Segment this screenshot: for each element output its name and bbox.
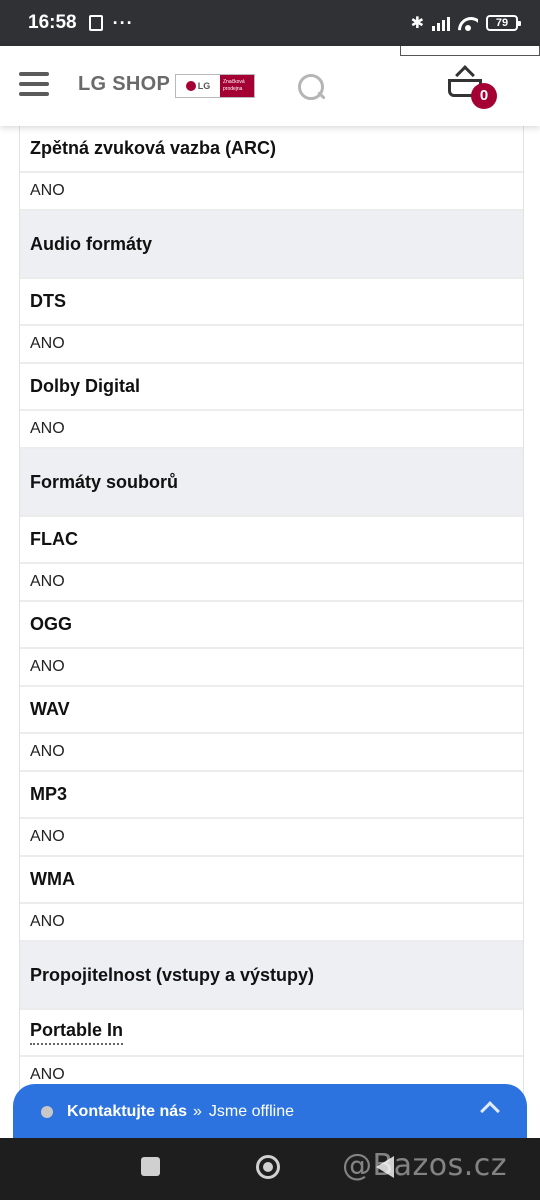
spec-label-text: WMA	[30, 869, 75, 889]
spec-value-text: ANO	[30, 743, 65, 760]
signal-icon	[432, 16, 450, 31]
spec-label-text[interactable]: Portable In	[30, 1020, 124, 1045]
spec-label-text: MP3	[30, 784, 68, 804]
chat-widget[interactable]: Kontaktujte nás » Jsme offline	[13, 1084, 527, 1140]
spec-label-text: Dolby Digital	[30, 376, 141, 396]
chat-title: Kontaktujte nás	[67, 1103, 188, 1120]
section-title: Audio formáty	[30, 233, 153, 254]
recents-button-icon[interactable]	[141, 1157, 160, 1176]
status-time: 16:58	[28, 12, 77, 33]
search-icon[interactable]	[298, 74, 326, 102]
section-title: Formáty souborů	[30, 471, 179, 492]
spec-label: OGG	[20, 602, 523, 649]
badge-subtitle: Značková prodejna	[220, 75, 254, 97]
spec-label-text: DTS	[30, 291, 66, 311]
spec-label: WMA	[20, 857, 523, 904]
spec-section-heading: Audio formáty	[20, 211, 523, 279]
spec-label-text: OGG	[30, 614, 73, 634]
spec-label: Dolby Digital	[20, 364, 523, 411]
spec-value: ANO	[20, 819, 523, 857]
chat-status: Jsme offline	[208, 1103, 294, 1120]
spec-value-text: ANO	[30, 420, 65, 437]
spec-table: Zpětná zvuková vazba (ARC) ANO Audio formá…	[19, 126, 524, 1095]
wifi-icon	[458, 15, 478, 31]
spec-value-text: ANO	[30, 913, 65, 930]
more-notifications-icon: ···	[112, 12, 134, 33]
spec-label: WAV	[20, 687, 523, 734]
spec-label: Portable In	[20, 1010, 523, 1057]
notification-icon	[88, 15, 103, 31]
spec-value: ANO	[20, 411, 523, 449]
cart-count-badge[interactable]: 0	[471, 83, 497, 109]
spec-value: ANO	[20, 564, 523, 602]
lg-logo-icon	[185, 81, 196, 91]
spec-section-heading: Formáty souborů	[20, 449, 523, 517]
spec-value: ANO	[20, 734, 523, 772]
spec-value-text: ANO	[30, 573, 65, 590]
spec-value: ANO	[20, 326, 523, 364]
spec-label: FLAC	[20, 517, 523, 564]
spec-label: MP3	[20, 772, 523, 819]
spec-label: DTS	[20, 279, 523, 326]
spec-section-heading: Propojitelnost (vstupy a výstupy)	[20, 942, 523, 1010]
battery-icon: 79	[486, 15, 521, 31]
spec-label: Zpětná zvuková vazba (ARC)	[20, 126, 523, 173]
bluetooth-icon: ✱	[410, 15, 424, 32]
overlay-frame	[400, 46, 540, 56]
logo-text[interactable]: LG SHOP	[78, 73, 170, 96]
spec-label-text: WAV	[30, 699, 70, 719]
section-title: Propojitelnost (vstupy a výstupy)	[30, 964, 315, 985]
watermark: @Bazos.cz	[342, 1148, 507, 1183]
chat-separator: »	[193, 1103, 202, 1120]
spec-value: ANO	[20, 649, 523, 687]
chevron-up-icon[interactable]	[480, 1101, 500, 1121]
spec-value-text: ANO	[30, 182, 65, 199]
spec-value-text: ANO	[30, 658, 65, 675]
home-button-icon[interactable]	[256, 1155, 280, 1179]
status-bar: 16:58 ··· ✱ 79	[0, 0, 540, 46]
spec-value-text: ANO	[30, 335, 65, 352]
spec-label-text: FLAC	[30, 529, 78, 549]
spec-value: ANO	[20, 904, 523, 942]
spec-value-text: ANO	[30, 1066, 65, 1083]
offline-status-dot	[41, 1106, 53, 1118]
spec-label-text: Zpětná zvuková vazba (ARC)	[30, 138, 277, 158]
site-header: LG SHOP LG Značková prodejna	[0, 46, 540, 126]
menu-icon[interactable]	[19, 72, 49, 96]
spec-value: ANO	[20, 173, 523, 211]
lg-badge-logo[interactable]: LG Značková prodejna	[175, 74, 255, 98]
spec-value-text: ANO	[30, 828, 65, 845]
lg-badge-text: LG	[197, 81, 211, 91]
